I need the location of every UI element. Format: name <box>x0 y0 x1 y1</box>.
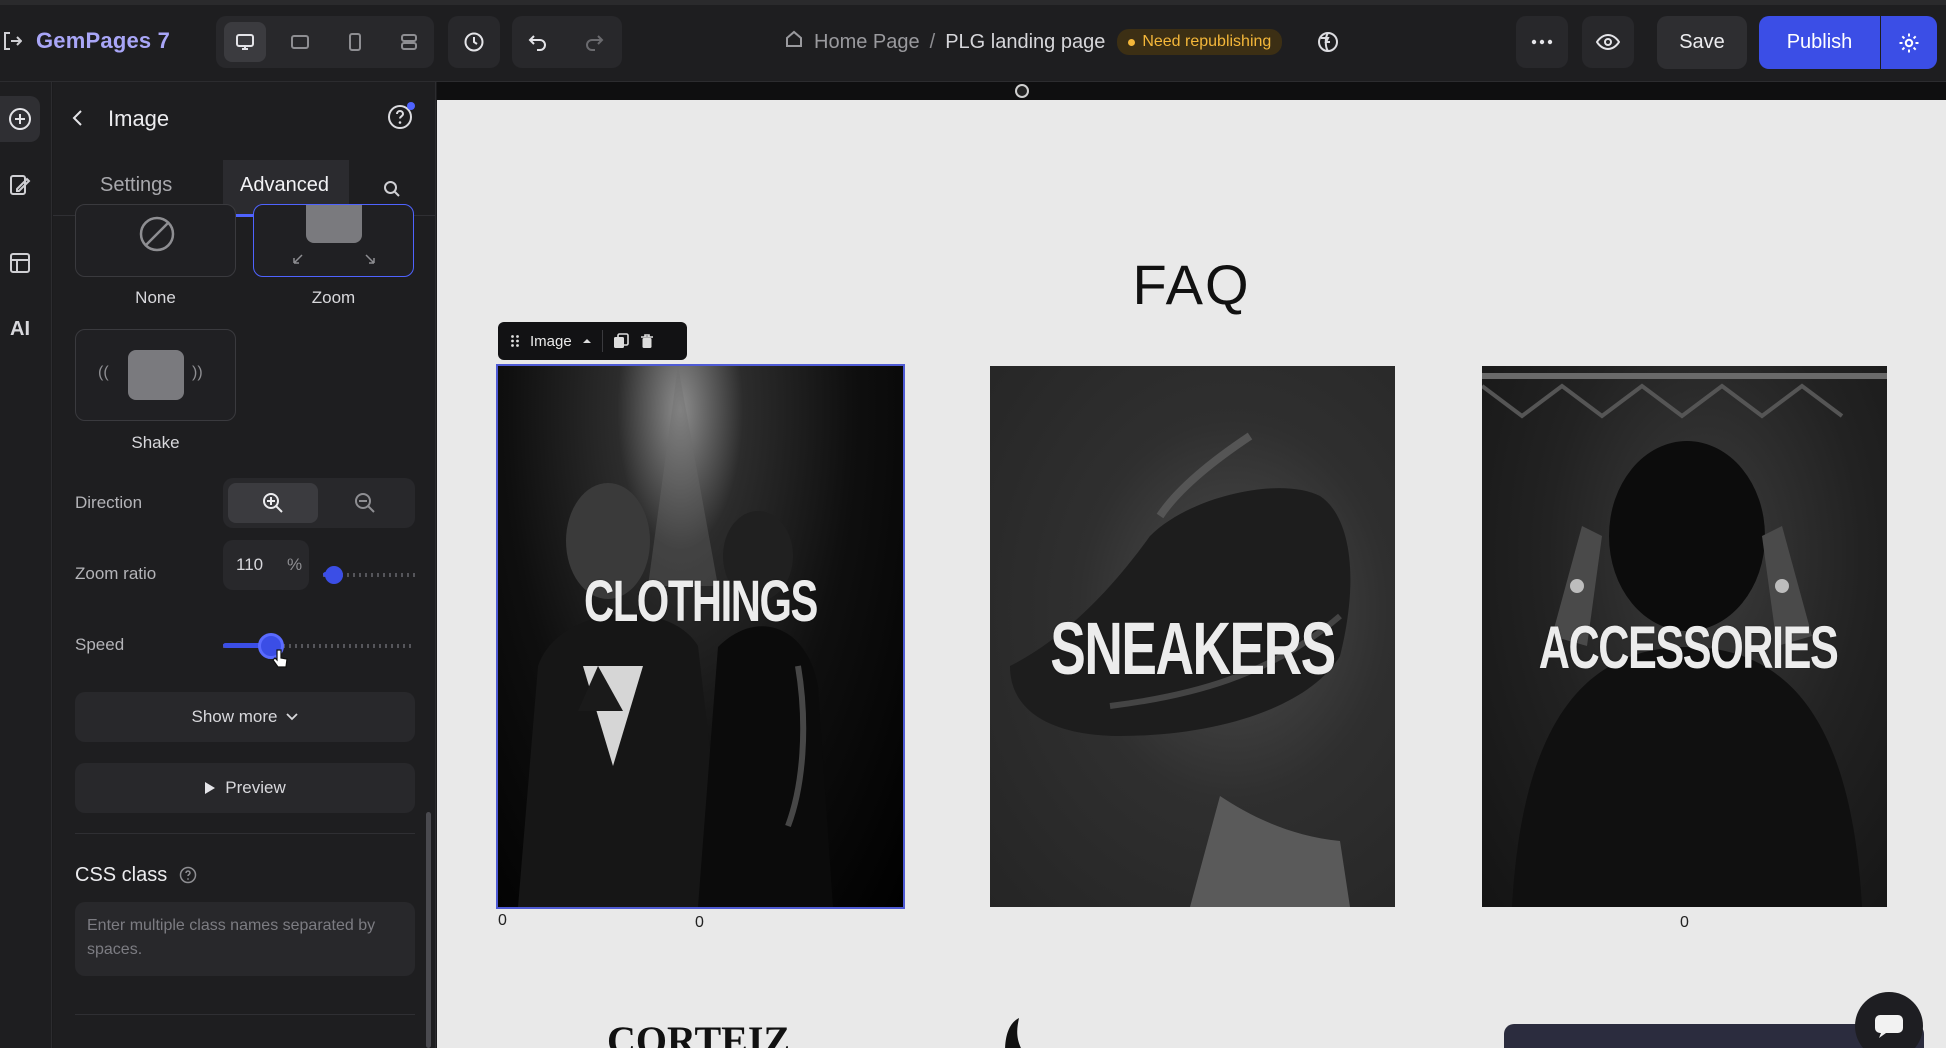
breadcrumb-page[interactable]: PLG landing page <box>945 31 1105 54</box>
element-toolbar: Image <box>498 322 687 360</box>
zoom-ratio-field[interactable]: 110 % <box>223 540 309 590</box>
status-badge: Need republishing <box>1117 29 1283 55</box>
settings-panel: Image Settings Advanced None Zoom (( )) … <box>53 82 436 1048</box>
section-divider-bottom <box>75 1014 415 1015</box>
zoom-ratio-label: Zoom ratio <box>75 564 157 583</box>
card-caption-clothings: 0 <box>695 914 704 931</box>
more-icon[interactable] <box>1516 16 1568 68</box>
shake-right-waves-icon: )) <box>192 364 203 381</box>
device-switcher <box>216 16 434 68</box>
zoom-ratio-slider-thumb[interactable] <box>325 566 344 584</box>
card-title-sneakers: SNEAKERS <box>1050 607 1336 690</box>
play-icon <box>205 782 216 794</box>
element-type-label[interactable]: Image <box>530 333 572 350</box>
animation-shake-card[interactable]: (( )) <box>75 329 236 421</box>
duplicate-icon[interactable] <box>613 333 629 349</box>
css-class-input[interactable]: Enter multiple class names separated by … <box>75 902 415 976</box>
exit-icon[interactable] <box>2 30 23 52</box>
animation-zoom-card[interactable] <box>253 204 414 277</box>
animation-none-label: None <box>135 288 176 307</box>
history-icon[interactable] <box>448 16 500 68</box>
zoom-preview-shape <box>306 205 362 243</box>
direction-toggle <box>223 478 415 528</box>
faq-heading[interactable]: FAQ <box>437 252 1946 317</box>
drag-handle-icon[interactable] <box>510 334 520 348</box>
notification-dot <box>407 102 415 110</box>
design-icon[interactable] <box>0 162 40 208</box>
status-text: Need republishing <box>1142 33 1272 50</box>
left-zero-label: 0 <box>498 912 507 929</box>
preview-button[interactable]: Preview <box>75 763 415 813</box>
cursor-hand-icon <box>272 649 288 668</box>
zoom-ratio-value: 110 <box>236 555 264 574</box>
card-title-accessories: ACCESSORIES <box>1538 614 1839 681</box>
panel-scrollbar[interactable] <box>426 812 431 1048</box>
none-icon <box>139 216 175 252</box>
bottom-brand-text: CORTEIZ <box>607 1018 791 1048</box>
zoom-out-icon[interactable] <box>320 483 410 523</box>
layout-icon[interactable] <box>0 240 40 286</box>
animation-zoom-label: Zoom <box>311 288 356 307</box>
section-top-strip <box>437 82 1946 100</box>
top-bar: GemPages 7 Home Page / PLG landing page <box>0 0 1946 82</box>
undo-icon[interactable] <box>526 30 550 59</box>
editor-canvas: FAQ Image CLOTHINGS SNEAKERS ACCESSORIES… <box>437 82 1946 1048</box>
category-card-clothings[interactable]: CLOTHINGS <box>496 364 905 909</box>
publish-button[interactable]: Publish <box>1759 16 1880 69</box>
shake-left-waves-icon: (( <box>98 364 109 381</box>
toolbar-separator <box>601 330 603 352</box>
chat-icon[interactable] <box>1855 992 1923 1048</box>
zoom-ratio-unit: % <box>287 555 303 574</box>
tablet-icon[interactable] <box>279 22 321 62</box>
language-icon[interactable] <box>1316 30 1340 59</box>
ai-icon[interactable]: AI <box>0 306 40 352</box>
category-card-sneakers[interactable]: SNEAKERS <box>990 366 1395 907</box>
direction-label: Direction <box>75 493 143 512</box>
tab-advanced[interactable]: Advanced <box>240 174 329 197</box>
card-title-clothings: CLOTHINGS <box>584 569 818 634</box>
brand-logo-partial <box>1005 1018 1021 1048</box>
app-brand: GemPages 7 <box>36 28 171 53</box>
eye-icon[interactable] <box>1582 16 1634 68</box>
css-class-title: CSS class <box>75 864 168 886</box>
back-arrow-icon[interactable] <box>71 109 85 132</box>
css-class-help-icon[interactable] <box>179 866 197 889</box>
delete-icon[interactable] <box>639 333 655 349</box>
save-button[interactable]: Save <box>1657 16 1747 69</box>
panel-header: Image <box>53 82 435 152</box>
desktop-icon[interactable] <box>224 22 266 62</box>
section-divider <box>75 833 415 834</box>
breadcrumb-separator: / <box>929 30 936 53</box>
panel-title: Image <box>108 106 170 131</box>
caret-up-icon[interactable] <box>582 338 592 344</box>
layers-icon[interactable] <box>388 22 430 62</box>
status-dot <box>1128 38 1136 46</box>
section-handle[interactable] <box>1015 84 1029 98</box>
clothings-photo <box>518 366 833 907</box>
preview-label: Preview <box>225 778 286 797</box>
show-more-button[interactable]: Show more <box>75 692 415 742</box>
publish-settings-gear-icon[interactable] <box>1881 16 1937 69</box>
show-more-label: Show more <box>191 707 278 726</box>
speed-label: Speed <box>75 635 125 654</box>
chevron-down-icon <box>286 713 299 721</box>
breadcrumb: Home Page / PLG landing page Need republ… <box>784 29 1283 55</box>
undo-redo-group <box>512 16 622 68</box>
zoom-in-icon[interactable] <box>228 483 318 523</box>
category-card-accessories[interactable]: ACCESSORIES <box>1482 366 1887 907</box>
shake-preview-shape <box>128 350 184 400</box>
left-rail: AI <box>0 82 52 1048</box>
mobile-icon[interactable] <box>334 22 376 62</box>
redo-icon[interactable] <box>582 30 606 59</box>
animation-none-card[interactable] <box>75 204 236 277</box>
zoom-arrows-icon <box>293 254 375 264</box>
tab-settings[interactable]: Settings <box>100 174 172 197</box>
animation-shake-label: Shake <box>131 433 180 452</box>
card-caption-accessories: 0 <box>1680 914 1689 931</box>
breadcrumb-home[interactable]: Home Page <box>814 31 920 54</box>
search-icon[interactable] <box>383 180 401 203</box>
home-icon[interactable] <box>784 29 804 55</box>
add-element-icon[interactable] <box>0 96 40 142</box>
